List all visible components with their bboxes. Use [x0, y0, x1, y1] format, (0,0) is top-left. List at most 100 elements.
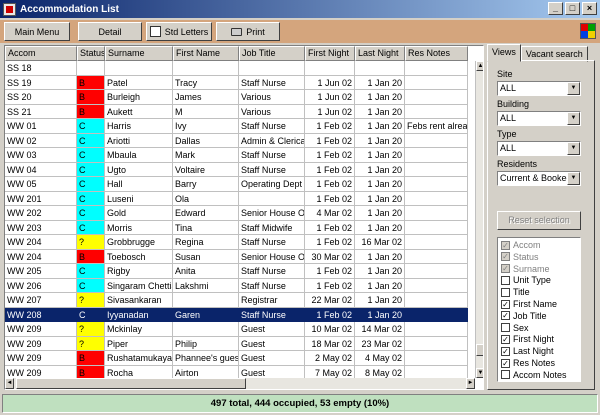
chevron-down-icon[interactable]: ▼ [567, 172, 580, 185]
field-checkbox-item[interactable]: ✓ First Night [501, 334, 554, 344]
windows-flag-icon[interactable] [580, 23, 596, 39]
checkbox-icon[interactable]: ✓ [501, 311, 510, 321]
field-checkbox-item[interactable]: Unit Type [501, 275, 551, 285]
horizontal-scroll-thumb[interactable] [16, 378, 246, 389]
table-row[interactable]: SS 18 [5, 61, 468, 76]
scroll-left-icon[interactable]: ◄ [5, 378, 14, 389]
table-row[interactable]: WW 209? Piper Philip Guest 18 Mar 02 23 Mar 0… [5, 336, 468, 351]
cell-accom: WW 201 [5, 191, 77, 206]
field-checkbox-item[interactable]: ✓ Job Title [501, 311, 547, 321]
checkbox-icon[interactable]: ✓ [501, 358, 510, 368]
maximize-button[interactable]: □ [565, 2, 580, 15]
checkbox-icon[interactable]: ✓ [501, 299, 510, 309]
site-select[interactable]: ALL ▼ [497, 81, 581, 96]
std-letters-button[interactable]: Std Letters [146, 22, 212, 41]
table-row[interactable]: WW 206 C Singaram Chettiar Lakshmi Staff Nur… [5, 278, 468, 293]
header-last-night[interactable]: Last Night [355, 46, 405, 61]
accommodation-grid[interactable]: Accom Status Surname First Name Job Title Fir… [4, 45, 484, 390]
detail-button[interactable]: Detail [78, 22, 142, 41]
cell-surname: Patel [105, 75, 173, 90]
table-row[interactable]: SS 20 B Burleigh James Various 1 Jun 02 1 Jan … [5, 90, 468, 105]
table-row[interactable]: WW 207? Sivasankaran Registrar 22 Mar 02 1 J… [5, 293, 468, 308]
field-checkbox-item[interactable]: ✓ Last Night [501, 346, 554, 356]
cell-surname: Morris [105, 220, 173, 235]
header-accom[interactable]: Accom [5, 46, 77, 61]
checkbox-icon[interactable]: ✓ [501, 252, 510, 262]
title-bar[interactable]: Accommodation List _ □ × [0, 0, 600, 18]
tab-views[interactable]: Views [487, 44, 521, 62]
cell-surname: Rigby [105, 264, 173, 279]
cell-res-notes [405, 351, 468, 366]
table-row[interactable]: WW 202 C Gold Edward Senior House Off 4 Mar 0… [5, 206, 468, 221]
main-menu-button[interactable]: Main Menu [4, 22, 70, 41]
header-status[interactable]: Status [77, 46, 105, 61]
table-row[interactable]: WW 05 C Hall Barry Operating Dept A1 Feb 02 1… [5, 177, 468, 192]
table-row[interactable]: WW 205 C Rigby Anita Staff Nurse 1 Feb 02 1 Ja… [5, 264, 468, 279]
field-checkbox-item[interactable]: ✓ Surname [501, 264, 550, 274]
cell-first-night: 1 Feb 02 [305, 278, 355, 293]
table-row[interactable]: WW 03 C Mbaula Mark Staff Nurse 1 Feb 02 1 Jan… [5, 148, 468, 163]
cell-surname: Aukett [105, 104, 173, 119]
cell-job-title: Various [239, 104, 305, 119]
table-row[interactable]: WW 02 C Ariotti Dallas Admin & Clerical 1 Feb… [5, 133, 468, 148]
chevron-down-icon[interactable]: ▼ [567, 112, 580, 125]
table-row[interactable]: WW 209BRushatamukayanuPhannee's guestGue… [5, 351, 468, 366]
scroll-down-icon[interactable]: ▼ [476, 368, 483, 378]
horizontal-scrollbar[interactable]: ◄ ► [5, 378, 475, 389]
table-row[interactable]: WW 204? Grobbrugge Regina Staff Nurse 1 Feb … [5, 235, 468, 250]
cell-job-title: Staff Nurse [239, 278, 305, 293]
table-row[interactable]: WW 01 C Harris Ivy Staff Nurse 1 Feb 02 1 Jan … [5, 119, 468, 134]
cell-first-night: 30 Mar 02 [305, 249, 355, 264]
table-row[interactable]: WW 204 B Toebosch Susan Senior House Off 30 M… [5, 249, 468, 264]
field-checkbox-item[interactable]: Accom Notes [501, 370, 567, 380]
table-row[interactable]: WW 203 C Morris Tina Staff Midwife 1 Feb 02 1 … [5, 220, 468, 235]
chevron-down-icon[interactable]: ▼ [567, 142, 580, 155]
type-select[interactable]: ALL ▼ [497, 141, 581, 156]
cell-accom: SS 18 [5, 61, 77, 76]
checkbox-icon[interactable]: ✓ [501, 264, 510, 274]
checkbox-icon[interactable]: ✓ [501, 240, 510, 250]
vertical-scroll-thumb[interactable] [476, 344, 483, 356]
close-button[interactable]: × [582, 2, 597, 15]
header-surname[interactable]: Surname [105, 46, 173, 61]
field-checkbox-item[interactable]: ✓ Accom [501, 240, 541, 250]
scroll-right-icon[interactable]: ► [466, 378, 475, 389]
building-select[interactable]: ALL ▼ [497, 111, 581, 126]
residents-select[interactable]: Current & Booked ▼ [497, 171, 581, 186]
checkbox-icon[interactable] [501, 287, 510, 297]
checkbox-icon[interactable]: ✓ [501, 334, 510, 344]
table-row[interactable]: SS 21 B Aukett M Various 1 Jun 02 1 Jan 20 [5, 104, 468, 119]
print-button[interactable]: Print [216, 22, 280, 41]
field-checkbox-item[interactable]: ✓ Res Notes [501, 358, 555, 368]
checkbox-icon[interactable] [501, 370, 510, 380]
header-res-notes[interactable]: Res Notes [405, 46, 468, 61]
cell-accom: WW 202 [5, 206, 77, 221]
residents-label: Residents [497, 159, 538, 169]
table-row[interactable]: SS 19 B Patel Tracy Staff Nurse 1 Jun 02 1 Jan… [5, 75, 468, 90]
field-checkbox-item[interactable]: Title [501, 287, 530, 297]
residents-value: Current & Booked [500, 173, 572, 183]
field-checkbox-label: Unit Type [513, 275, 551, 286]
checkbox-icon[interactable] [501, 323, 510, 333]
table-row[interactable]: WW 04 C Ugto Voltaire Staff Nurse 1 Feb 02 1 J… [5, 162, 468, 177]
table-row[interactable]: WW 201 C Luseni Ola 1 Feb 02 1 Jan 20 [5, 191, 468, 206]
scroll-up-icon[interactable]: ▲ [476, 61, 483, 71]
checkbox-icon[interactable]: ✓ [501, 346, 510, 356]
field-checkbox-item[interactable]: Sex [501, 323, 529, 333]
header-job-title[interactable]: Job Title [239, 46, 305, 61]
field-checkbox-item[interactable]: ✓ Status [501, 252, 539, 262]
cell-surname: Sivasankaran [105, 293, 173, 308]
chevron-down-icon[interactable]: ▼ [567, 82, 580, 95]
cell-status: C [77, 278, 105, 293]
table-row[interactable]: WW 209? Mckinlay Guest 10 Mar 02 14 Mar 02 [5, 322, 468, 337]
cell-res-notes [405, 75, 468, 90]
checkbox-icon[interactable] [501, 275, 510, 285]
vertical-scrollbar[interactable]: ▲ ▼ [475, 61, 483, 378]
table-row[interactable]: WW 208 C Iyyanadan Garen Staff Nurse 1 Feb 02… [5, 307, 468, 322]
reset-selection-button[interactable]: Reset selection [497, 211, 581, 230]
minimize-button[interactable]: _ [548, 2, 563, 15]
header-first-night[interactable]: First Night [305, 46, 355, 61]
header-first-name[interactable]: First Name [173, 46, 239, 61]
window-title: Accommodation List [20, 3, 119, 15]
field-checkbox-item[interactable]: ✓ First Name [501, 299, 557, 309]
